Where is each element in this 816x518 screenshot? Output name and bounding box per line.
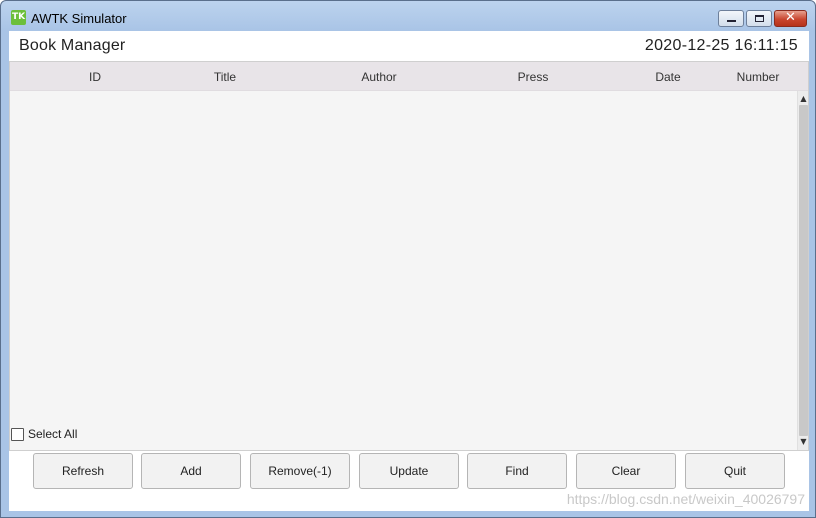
- column-header-number[interactable]: Number: [728, 70, 788, 84]
- scroll-thumb[interactable]: [799, 105, 808, 436]
- select-all-label: Select All: [28, 427, 78, 441]
- client-area: Book Manager 2020-12-25 16:11:15 ID Titl…: [9, 31, 809, 511]
- column-header-title[interactable]: Title: [190, 70, 260, 84]
- add-button[interactable]: Add: [141, 453, 241, 489]
- watermark-text: https://blog.csdn.net/weixin_40026797: [566, 491, 805, 507]
- maximize-button[interactable]: [746, 10, 772, 27]
- scroll-down-icon[interactable]: ▼: [798, 436, 809, 448]
- column-header-author[interactable]: Author: [339, 70, 419, 84]
- action-buttons: Refresh Add Remove(-1) Update Find Clear…: [33, 453, 793, 489]
- close-icon: ✕: [785, 10, 796, 25]
- column-header-press[interactable]: Press: [493, 70, 573, 84]
- column-header-date[interactable]: Date: [638, 70, 698, 84]
- update-button[interactable]: Update: [359, 453, 459, 489]
- awtk-logo-icon: TK: [11, 10, 26, 25]
- app-window: TK AWTK Simulator ✕ Book Manager 2020-12…: [0, 0, 816, 518]
- window-title: AWTK Simulator: [31, 11, 127, 26]
- quit-button[interactable]: Quit: [685, 453, 785, 489]
- window-controls: ✕: [718, 10, 807, 27]
- table-body[interactable]: [10, 91, 797, 450]
- datetime-label: 2020-12-25 16:11:15: [644, 37, 798, 54]
- close-button[interactable]: ✕: [774, 10, 807, 27]
- table-header: ID Title Author Press Date Number: [10, 62, 808, 91]
- refresh-button[interactable]: Refresh: [33, 453, 133, 489]
- column-header-id[interactable]: ID: [65, 70, 125, 84]
- scroll-up-icon[interactable]: ▲: [798, 93, 809, 105]
- vertical-scrollbar[interactable]: ▲ ▼: [797, 91, 808, 450]
- book-table: ID Title Author Press Date Number ▲ ▼: [9, 61, 809, 451]
- clear-button[interactable]: Clear: [576, 453, 676, 489]
- window-titlebar[interactable]: TK AWTK Simulator ✕: [1, 1, 815, 31]
- remove-button[interactable]: Remove(-1): [250, 453, 350, 489]
- minimize-button[interactable]: [718, 10, 744, 27]
- select-all-checkbox[interactable]: [11, 427, 24, 441]
- app-header: Book Manager 2020-12-25 16:11:15: [9, 31, 809, 61]
- page-title: Book Manager: [19, 37, 126, 54]
- minimize-icon: [727, 20, 736, 22]
- maximize-icon: [755, 15, 764, 22]
- find-button[interactable]: Find: [467, 453, 567, 489]
- select-all-control[interactable]: Select All: [11, 427, 77, 441]
